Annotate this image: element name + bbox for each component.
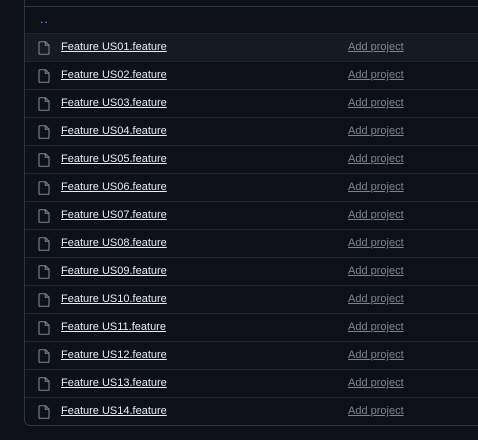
- file-name-link[interactable]: Feature US10.feature: [61, 293, 167, 305]
- file-name-link[interactable]: Feature US13.feature: [61, 377, 167, 389]
- file-icon: [38, 97, 50, 111]
- file-row-12[interactable]: Feature US12.feature Add project: [25, 341, 478, 369]
- commit-message-link[interactable]: Add project: [348, 377, 404, 389]
- file-name-link[interactable]: Feature US09.feature: [61, 265, 167, 277]
- file-icon: [38, 405, 50, 419]
- parent-directory-link[interactable]: ..: [40, 12, 49, 26]
- commit-message-link[interactable]: Add project: [348, 69, 404, 81]
- file-icon: [38, 153, 50, 167]
- file-name-link[interactable]: Feature US08.feature: [61, 237, 167, 249]
- file-icon: [38, 209, 50, 223]
- file-row-3[interactable]: Feature US03.feature Add project: [25, 89, 478, 117]
- file-icon: [38, 377, 50, 391]
- file-list: Feature US01.feature Add project Feature…: [25, 33, 478, 425]
- file-name-link[interactable]: Feature US12.feature: [61, 349, 167, 361]
- file-name-link[interactable]: Feature US05.feature: [61, 153, 167, 165]
- file-name-link[interactable]: Feature US03.feature: [61, 97, 167, 109]
- file-icon: [38, 293, 50, 307]
- file-name-link[interactable]: Feature US02.feature: [61, 69, 167, 81]
- parent-directory-row[interactable]: ..: [25, 6, 478, 33]
- file-name-link[interactable]: Feature US14.feature: [61, 405, 167, 417]
- file-row-8[interactable]: Feature US08.feature Add project: [25, 229, 478, 257]
- file-row-2[interactable]: Feature US02.feature Add project: [25, 61, 478, 89]
- file-row-5[interactable]: Feature US05.feature Add project: [25, 145, 478, 173]
- file-table: .. Feature US01.feature Add project Feat…: [24, 0, 478, 426]
- file-name-link[interactable]: Feature US11.feature: [61, 321, 166, 333]
- file-row-14[interactable]: Feature US14.feature Add project: [25, 397, 478, 425]
- file-icon: [38, 321, 50, 335]
- file-icon: [38, 181, 50, 195]
- file-row-10[interactable]: Feature US10.feature Add project: [25, 285, 478, 313]
- file-icon: [38, 349, 50, 363]
- file-row-7[interactable]: Feature US07.feature Add project: [25, 201, 478, 229]
- commit-message-link[interactable]: Add project: [348, 153, 404, 165]
- file-row-13[interactable]: Feature US13.feature Add project: [25, 369, 478, 397]
- file-name-link[interactable]: Feature US01.feature: [61, 41, 167, 53]
- commit-message-link[interactable]: Add project: [348, 265, 404, 277]
- file-row-9[interactable]: Feature US09.feature Add project: [25, 257, 478, 285]
- commit-message-link[interactable]: Add project: [348, 181, 404, 193]
- commit-message-link[interactable]: Add project: [348, 97, 404, 109]
- file-row-6[interactable]: Feature US06.feature Add project: [25, 173, 478, 201]
- commit-message-link[interactable]: Add project: [348, 41, 404, 53]
- file-row-11[interactable]: Feature US11.feature Add project: [25, 313, 478, 341]
- page: .. Feature US01.feature Add project Feat…: [0, 0, 478, 440]
- commit-message-link[interactable]: Add project: [348, 405, 404, 417]
- commit-message-link[interactable]: Add project: [348, 237, 404, 249]
- file-name-link[interactable]: Feature US07.feature: [61, 209, 167, 221]
- file-icon: [38, 237, 50, 251]
- commit-message-link[interactable]: Add project: [348, 321, 404, 333]
- commit-message-link[interactable]: Add project: [348, 125, 404, 137]
- commit-message-link[interactable]: Add project: [348, 209, 404, 221]
- commit-message-link[interactable]: Add project: [348, 349, 404, 361]
- file-name-link[interactable]: Feature US04.feature: [61, 125, 167, 137]
- file-row-1[interactable]: Feature US01.feature Add project: [25, 33, 478, 61]
- file-name-link[interactable]: Feature US06.feature: [61, 181, 167, 193]
- file-icon: [38, 41, 50, 55]
- file-icon: [38, 265, 50, 279]
- file-row-4[interactable]: Feature US04.feature Add project: [25, 117, 478, 145]
- file-icon: [38, 69, 50, 83]
- commit-message-link[interactable]: Add project: [348, 293, 404, 305]
- file-icon: [38, 125, 50, 139]
